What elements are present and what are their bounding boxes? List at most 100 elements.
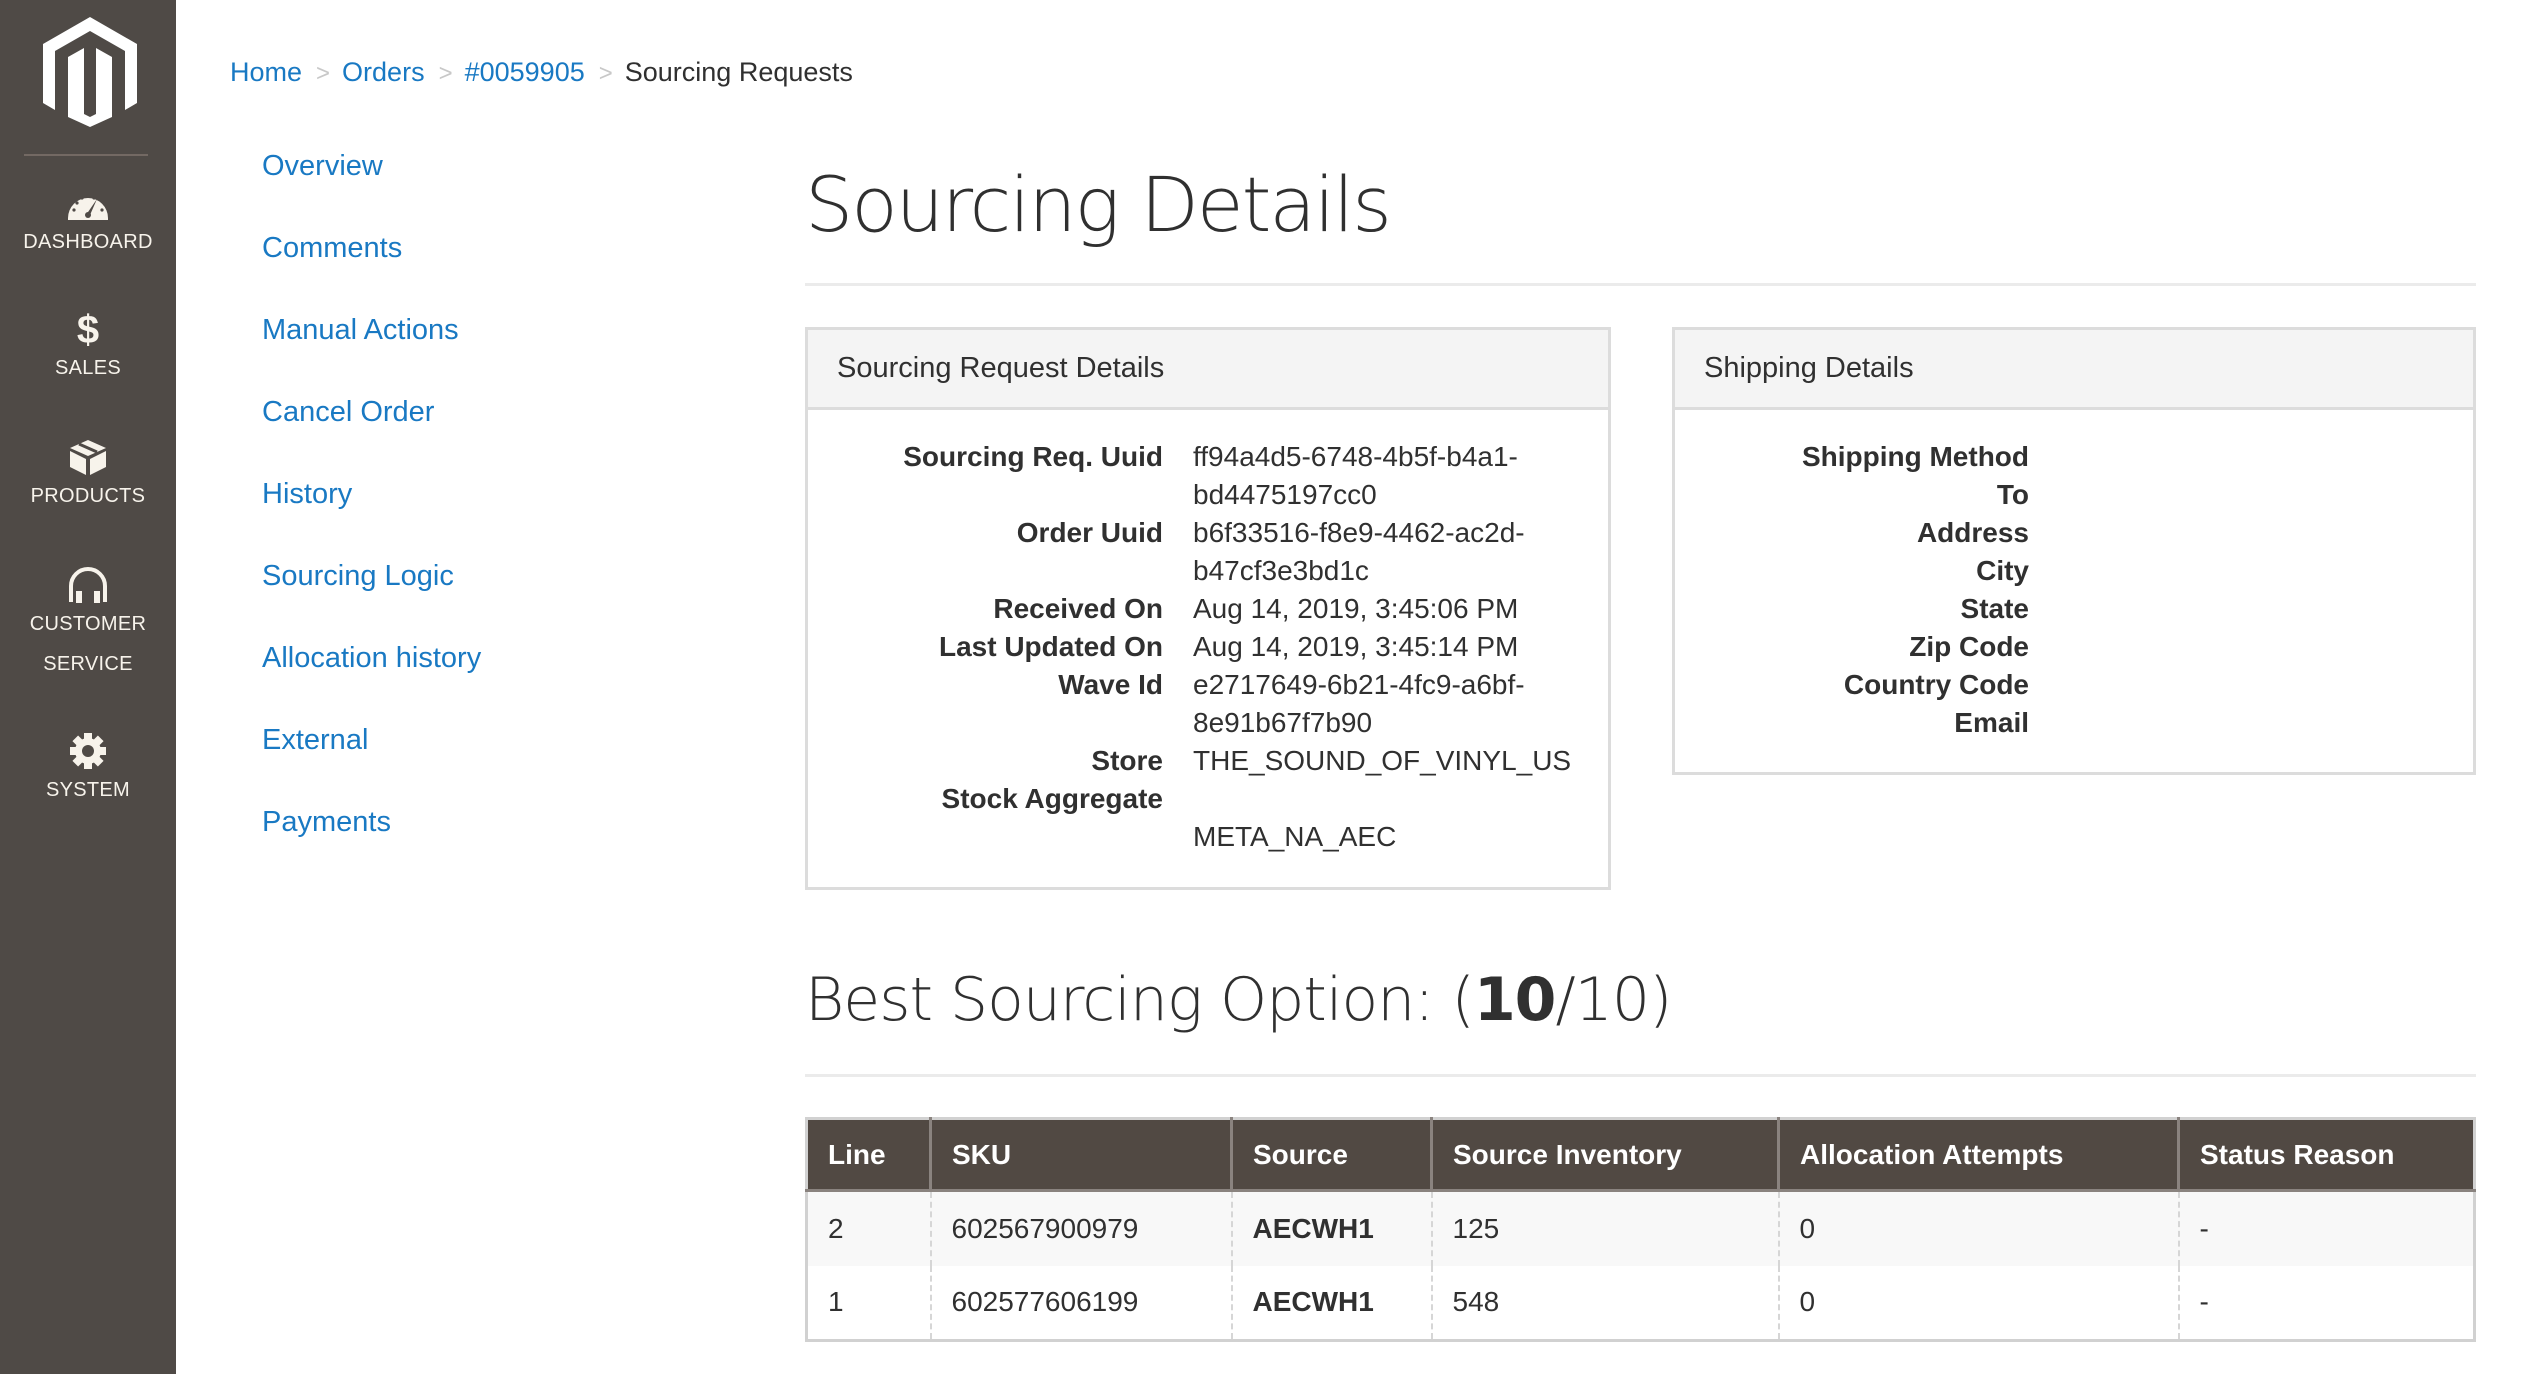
table-header-row: Line SKU Source Source Inventory Allocat… (806, 1118, 2475, 1192)
column-header-source-inventory[interactable]: Source Inventory (1430, 1118, 1779, 1192)
cell-allocation-attempts: 0 (1777, 1190, 2179, 1266)
menu-item-sourcing-logic[interactable]: Sourcing Logic (262, 556, 481, 638)
breadcrumb-current: Sourcing Requests (624, 57, 853, 87)
shipping-details-panel: Shipping Details Shipping Method To Addr… (1672, 327, 2476, 775)
section-divider (805, 1074, 2476, 1077)
menu-item-allocation-history[interactable]: Allocation history (262, 638, 481, 720)
field-label: Address (1916, 517, 2029, 548)
column-header-source[interactable]: Source (1230, 1118, 1432, 1192)
cell-source-inventory: 125 (1430, 1190, 1779, 1266)
cell-sku: 602567900979 (929, 1190, 1232, 1266)
sidebar-item-label: CUSTOMER (29, 613, 147, 635)
panel-title: Sourcing Request Details (808, 330, 1608, 410)
title-divider (805, 283, 2476, 286)
gear-icon (70, 733, 106, 769)
breadcrumb-order-number[interactable]: #0059905 (465, 57, 585, 87)
sourcing-options-table: Line SKU Source Source Inventory Allocat… (805, 1117, 2476, 1342)
cell-line: 1 (806, 1265, 931, 1341)
cell-source: AECWH1 (1230, 1265, 1432, 1341)
sidebar-item-dashboard[interactable]: DASHBOARD (0, 184, 176, 262)
sidebar-item-system[interactable]: SYSTEM (0, 732, 176, 810)
field-value: b6f33516-f8e9-4462-ac2d- b47cf3e3bd1c (1193, 517, 1525, 586)
cell-source: AECWH1 (1230, 1190, 1432, 1266)
field-shipping-method: Shipping Method (1675, 438, 2473, 476)
field-city: City (1675, 552, 2473, 590)
column-header-allocation-attempts[interactable]: Allocation Attempts (1777, 1118, 2179, 1192)
sidebar-item-customer-service[interactable]: CUSTOMER SERVICE (0, 566, 176, 684)
panel-body: Shipping Method To Address City State Zi… (1675, 410, 2473, 742)
cell-status-reason: - (2177, 1265, 2475, 1341)
column-header-sku[interactable]: SKU (929, 1118, 1232, 1192)
cell-status-reason: - (2177, 1190, 2475, 1266)
breadcrumb-home[interactable]: Home (230, 57, 302, 87)
table-row[interactable]: 1 602577606199 AECWH1 548 0 - (806, 1265, 2475, 1341)
field-value: THE_SOUND_OF_VINYL_US (1193, 745, 1572, 776)
field-country-code: Country Code (1675, 666, 2473, 704)
field-to: To (1675, 476, 2473, 514)
dashboard-gauge-icon (68, 194, 108, 220)
breadcrumb-separator: > (438, 60, 453, 87)
table-row[interactable]: 2 602567900979 AECWH1 125 0 - (806, 1190, 2475, 1266)
field-label: Order Uuid (1016, 517, 1163, 548)
sidebar-item-sales[interactable]: $ SALES (0, 310, 176, 388)
field-wave-id: Wave Id e2717649-6b21-4fc9-a6bf- 8e91b67… (808, 666, 1608, 742)
admin-sidebar: DASHBOARD $ SALES PRODUCTS CUSTOMER SERV… (0, 0, 176, 1374)
field-label: Zip Code (1909, 631, 2029, 662)
breadcrumb: Home > Orders > #0059905 > Sourcing Requests (230, 52, 853, 94)
field-label: Stock Aggregate (941, 783, 1163, 814)
sidebar-item-label: PRODUCTS (30, 485, 146, 507)
field-value: Aug 14, 2019, 3:45:14 PM (1193, 631, 1519, 662)
field-value: e2717649-6b21-4fc9-a6bf- 8e91b67f7b90 (1193, 669, 1525, 738)
field-label: Shipping Method (1801, 441, 2029, 472)
field-label: Email (1954, 707, 2029, 738)
field-last-updated-on: Last Updated On Aug 14, 2019, 3:45:14 PM (808, 628, 1608, 666)
magento-logo-icon[interactable] (43, 17, 137, 127)
panel-title: Shipping Details (1675, 330, 2473, 410)
cell-line: 2 (806, 1190, 931, 1266)
sidebar-item-label: SYSTEM (45, 779, 131, 801)
cell-sku: 602577606199 (929, 1265, 1232, 1341)
panel-body: Sourcing Req. Uuid ff94a4d5-6748-4b5f-b4… (808, 410, 1608, 856)
field-label: Country Code (1843, 669, 2029, 700)
field-store: Store THE_SOUND_OF_VINYL_US (808, 742, 1608, 780)
menu-item-overview[interactable]: Overview (262, 146, 481, 228)
sidebar-item-label: DASHBOARD (23, 231, 153, 253)
field-label: State (1960, 593, 2029, 624)
order-section-menu: Overview Comments Manual Actions Cancel … (262, 146, 481, 884)
column-header-line[interactable]: Line (806, 1118, 931, 1192)
breadcrumb-separator: > (316, 60, 331, 87)
field-received-on: Received On Aug 14, 2019, 3:45:06 PM (808, 590, 1608, 628)
menu-item-cancel-order[interactable]: Cancel Order (262, 392, 481, 474)
field-label: Store (1091, 745, 1163, 776)
sidebar-divider (24, 154, 148, 156)
field-state: State (1675, 590, 2473, 628)
field-value: ff94a4d5-6748-4b5f-b4a1- bd4475197cc0 (1193, 441, 1518, 510)
field-address: Address (1675, 514, 2473, 552)
field-value: META_NA_AEC (1193, 821, 1397, 852)
menu-item-manual-actions[interactable]: Manual Actions (262, 310, 481, 392)
dollar-icon: $ (77, 310, 99, 348)
sourcing-score: 10 (1473, 965, 1556, 1035)
menu-item-comments[interactable]: Comments (262, 228, 481, 310)
menu-item-history[interactable]: History (262, 474, 481, 556)
breadcrumb-separator: > (598, 60, 613, 87)
menu-item-external[interactable]: External (262, 720, 481, 802)
field-value: Aug 14, 2019, 3:45:06 PM (1193, 593, 1519, 624)
field-label: Last Updated On (938, 631, 1163, 662)
cell-source-inventory: 548 (1430, 1265, 1779, 1341)
svg-text:$: $ (77, 310, 99, 348)
menu-item-payments[interactable]: Payments (262, 802, 481, 884)
column-header-status-reason[interactable]: Status Reason (2177, 1118, 2475, 1192)
field-order-uuid: Order Uuid b6f33516-f8e9-4462-ac2d- b47c… (808, 514, 1608, 590)
field-stock-aggregate: Stock Aggregate META_NA_AEC (808, 780, 1608, 856)
page-title: Sourcing Details (805, 160, 1392, 249)
field-label: City (1976, 555, 2029, 586)
heading-prefix: Best Sourcing Option: ( (805, 965, 1475, 1035)
heading-suffix: /10) (1555, 965, 1672, 1035)
sidebar-item-products[interactable]: PRODUCTS (0, 438, 176, 516)
best-sourcing-option-heading: Best Sourcing Option: (10/10) (805, 960, 1672, 1040)
field-label: Sourcing Req. Uuid (903, 441, 1163, 472)
breadcrumb-orders[interactable]: Orders (342, 57, 425, 87)
box-icon (70, 440, 106, 475)
field-sourcing-req-uuid: Sourcing Req. Uuid ff94a4d5-6748-4b5f-b4… (808, 438, 1608, 514)
